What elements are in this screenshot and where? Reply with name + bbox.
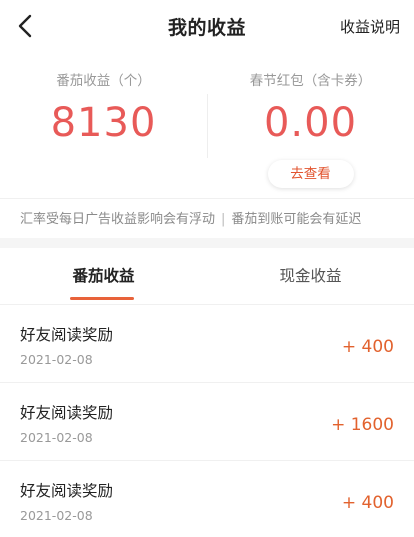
notice-text-delay: 番茄到账可能会有延迟: [231, 212, 362, 227]
tab-cash-earnings[interactable]: 现金收益: [207, 248, 414, 304]
view-red-packet-button[interactable]: 去查看: [267, 160, 354, 188]
earnings-page: 我的收益 收益说明 番茄收益（个） 8130 春节红包（含卡券） 0.00 去查…: [0, 0, 414, 537]
red-packet-label: 春节红包（含卡券）: [249, 73, 372, 89]
red-packet-panel: 春节红包（含卡券） 0.00 去查看: [207, 64, 414, 188]
active-tab-indicator: [70, 297, 134, 300]
record-date: 2021-02-08: [20, 508, 93, 523]
record-title: 好友阅读奖励: [20, 326, 114, 344]
section-gap: [0, 238, 414, 248]
record-date: 2021-02-08: [20, 430, 93, 445]
earnings-help-link[interactable]: 收益说明: [340, 16, 400, 37]
top-nav-bar: 我的收益 收益说明: [0, 0, 414, 52]
tomato-earnings-value: 8130: [50, 100, 157, 146]
earnings-record-list: 好友阅读奖励 2021-02-08 + 400 好友阅读奖励 2021-02-0…: [0, 304, 414, 537]
tomato-earnings-panel: 番茄收益（个） 8130: [0, 64, 207, 146]
record-title: 好友阅读奖励: [20, 404, 114, 422]
list-item[interactable]: 好友阅读奖励 2021-02-08 + 1600: [0, 382, 414, 460]
divider: [0, 198, 414, 199]
red-packet-value: 0.00: [263, 100, 358, 146]
record-date: 2021-02-08: [20, 352, 93, 367]
exchange-rate-notice: 汇率受每日广告收益影响会有浮动 | 番茄到账可能会有延迟: [0, 208, 414, 227]
record-amount: + 400: [341, 337, 394, 357]
record-title: 好友阅读奖励: [20, 482, 114, 500]
notice-text-rate: 汇率受每日广告收益影响会有浮动: [20, 212, 216, 227]
list-item[interactable]: 好友阅读奖励 2021-02-08 + 400: [0, 304, 414, 382]
tab-tomato-earnings[interactable]: 番茄收益: [0, 248, 207, 304]
list-item[interactable]: 好友阅读奖励 2021-02-08 + 400: [0, 460, 414, 537]
earnings-tabs: 番茄收益 现金收益: [0, 248, 414, 304]
tomato-earnings-label: 番茄收益（个）: [56, 73, 151, 89]
notice-separator: |: [221, 212, 226, 227]
record-amount: + 400: [341, 493, 394, 513]
earnings-summary: 番茄收益（个） 8130 春节红包（含卡券） 0.00 去查看: [0, 64, 414, 196]
record-amount: + 1600: [331, 415, 394, 435]
